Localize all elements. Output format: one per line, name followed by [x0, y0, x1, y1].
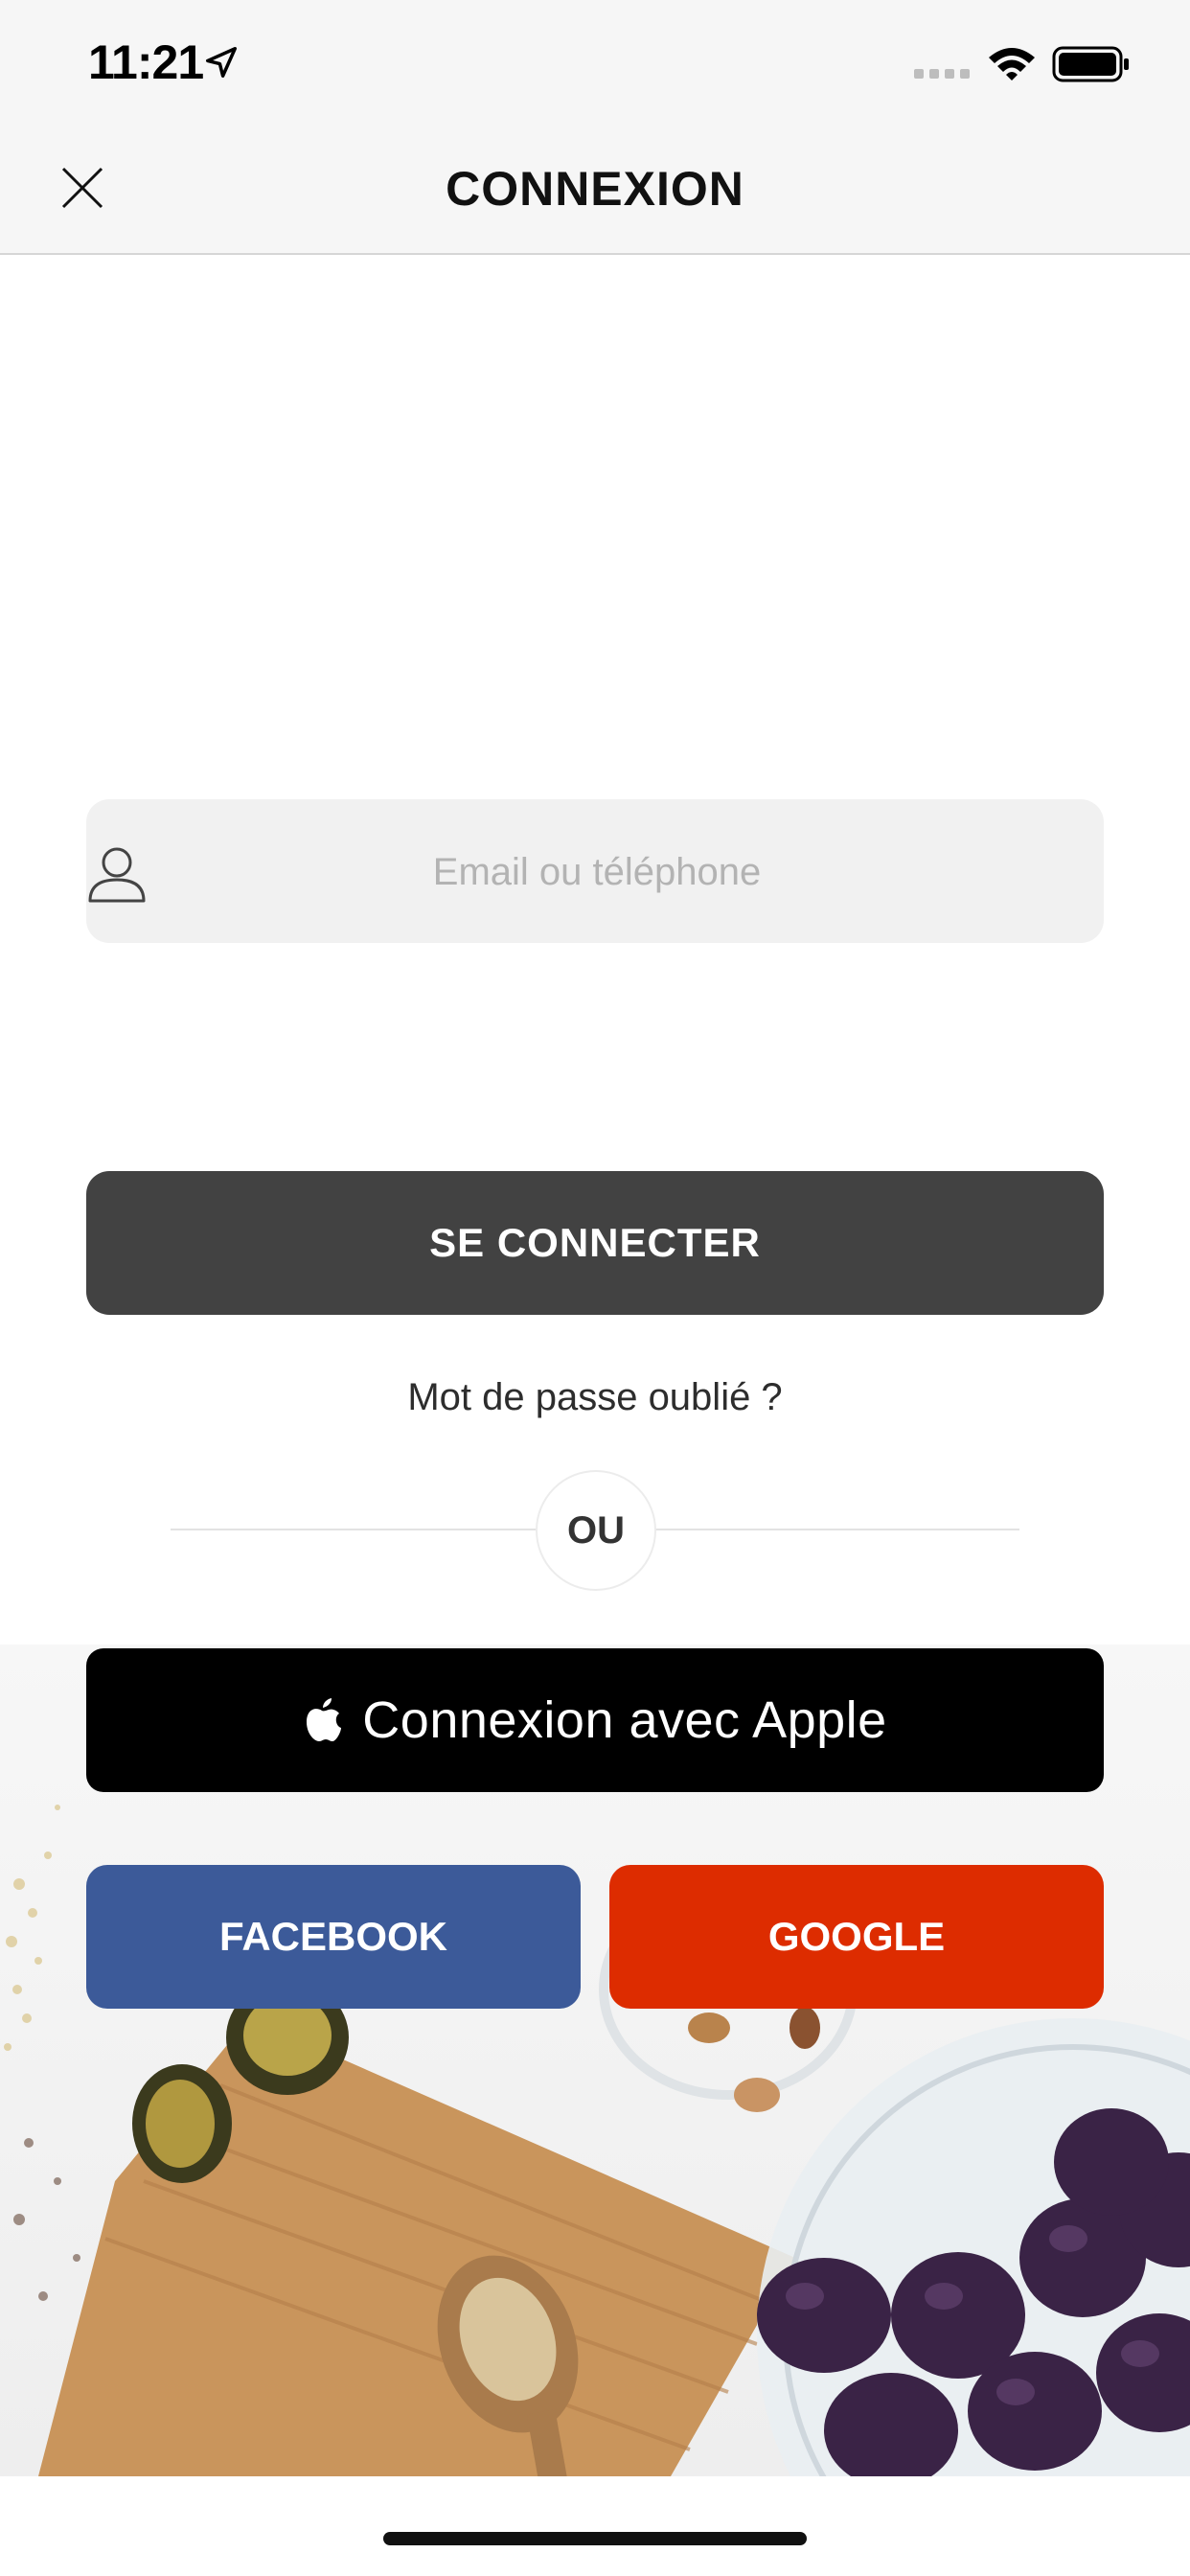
facebook-button[interactable]: FACEBOOK [86, 1865, 581, 2009]
email-field-container [86, 799, 1108, 945]
separator-line-right [653, 1529, 1019, 1530]
forgot-password-link[interactable]: Mot de passe oublié ? [0, 1376, 1190, 1419]
battery-icon [1052, 46, 1129, 82]
apple-icon [307, 1698, 342, 1741]
home-indicator [383, 2532, 807, 2545]
apple-signin-button[interactable]: Connexion avec Apple [86, 1648, 1104, 1792]
separator-or: OU [536, 1470, 656, 1591]
signal-icon [914, 69, 970, 79]
header: 11:21 CONNEXION [0, 0, 1190, 255]
email-input[interactable] [86, 799, 1108, 945]
page-title: CONNEXION [446, 162, 744, 216]
apple-signin-label: Connexion avec Apple [362, 1691, 887, 1749]
google-button[interactable]: GOOGLE [609, 1865, 1104, 2009]
login-button[interactable]: SE CONNECTER [86, 1171, 1104, 1315]
status-time: 11:21 [88, 35, 204, 89]
wifi-icon [989, 48, 1035, 80]
location-arrow-icon [206, 47, 237, 78]
separator-line-left [171, 1529, 537, 1530]
